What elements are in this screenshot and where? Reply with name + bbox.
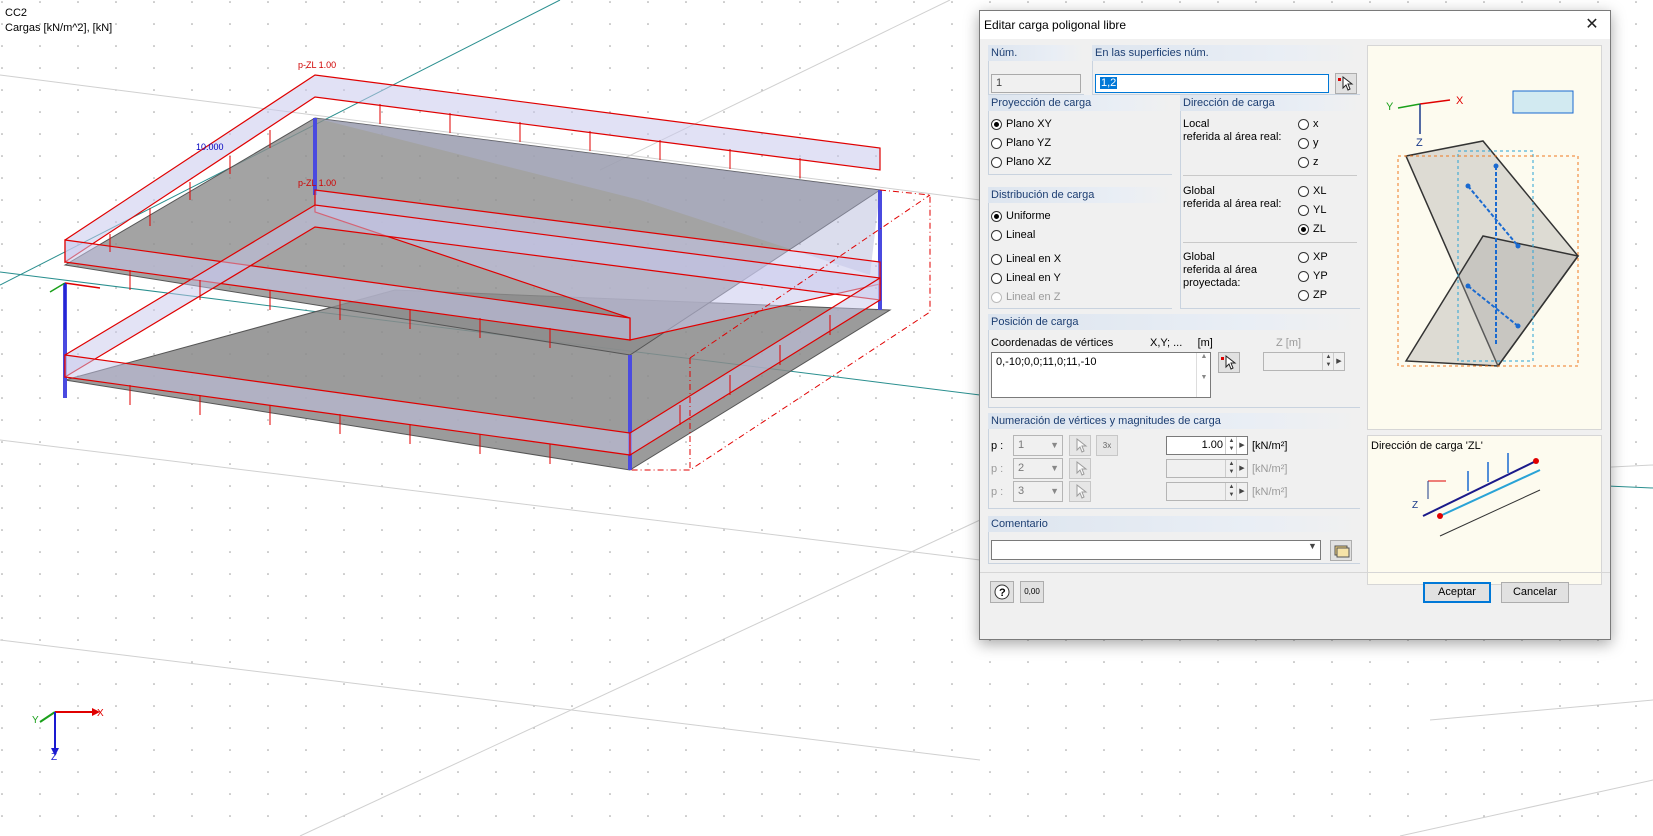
pick-surfaces-button[interactable] xyxy=(1335,73,1357,94)
coords-scrollbar[interactable]: ▲ ▼ xyxy=(1196,353,1211,397)
pick-vertex-button-3 xyxy=(1069,481,1091,502)
dialog-title: Editar carga poligonal libre xyxy=(984,18,1127,32)
coords-textarea[interactable]: 0,-10;0,0;11,0;11,-10 xyxy=(991,352,1211,398)
pick-cursor-icon xyxy=(1076,437,1088,453)
position-title: Posición de carga xyxy=(988,314,1360,330)
vertex-select-2: 2 ▼ xyxy=(1013,458,1063,479)
axis-z-label: Z xyxy=(51,752,58,763)
global-proj-label: Global referida al área proyectada: xyxy=(1183,251,1257,289)
p-value-3: ▲ ▼ ▶ xyxy=(1166,482,1248,501)
p-label-2: p : xyxy=(991,463,1004,475)
distribution-group: Distribución de carga Uniforme Lineal Li… xyxy=(988,187,1172,309)
projection-group: Proyección de carga Plano XY Plano YZ Pl… xyxy=(988,95,1172,175)
p-value-2: ▲ ▼ ▶ xyxy=(1166,459,1248,478)
magnitudes-title: Numeración de vértices y magnitudes de c… xyxy=(988,413,1360,429)
comment-library-button[interactable] xyxy=(1330,540,1352,561)
surfaces-group: En las superficies núm. 1,2 xyxy=(1092,45,1360,95)
num-label: Núm. xyxy=(988,45,1084,61)
p-label-3: p : xyxy=(991,486,1004,498)
chevron-down-icon[interactable]: ▼ xyxy=(1308,541,1317,551)
pick-vertices-button[interactable] xyxy=(1218,352,1240,373)
p-unit-3: [kN/m²] xyxy=(1252,486,1288,498)
load-value-label-top: p-ZL 1.00 xyxy=(298,60,337,70)
set-3x-button: 3x xyxy=(1096,435,1118,456)
p-value-1[interactable]: 1.00 ▲ ▼ ▶ xyxy=(1166,436,1248,455)
load-value-label-mid: p-ZL 1.00 xyxy=(298,178,337,188)
load-preview-image: X Y Z xyxy=(1367,45,1602,430)
svg-text:?: ? xyxy=(999,587,1006,599)
direction-group: Dirección de carga Local referida al áre… xyxy=(1180,95,1360,309)
surfaces-label: En las superficies núm. xyxy=(1092,45,1360,61)
axis-x-label: X xyxy=(97,708,104,719)
magnitudes-group: Numeración de vértices y magnitudes de c… xyxy=(988,413,1360,509)
pick-cursor-icon xyxy=(1338,75,1354,91)
axis-y-label: Y xyxy=(32,715,39,726)
num-field: 1 xyxy=(991,74,1081,93)
coords-label: Coordenadas de vértices xyxy=(991,337,1114,349)
load-case-label: CC2 xyxy=(5,7,28,19)
p-label-1: p : xyxy=(991,440,1004,452)
direction-title: Dirección de carga xyxy=(1180,95,1360,111)
global-real-label: Global referida al área real: xyxy=(1183,185,1282,210)
viewport-info: CC2 Cargas [kN/m^2], [kN] xyxy=(5,6,112,36)
dialog-titlebar[interactable]: Editar carga poligonal libre ✕ xyxy=(980,11,1610,39)
dimension-label: 10.000 xyxy=(196,142,224,152)
svg-text:Z: Z xyxy=(1412,500,1418,511)
separator xyxy=(1183,175,1357,176)
vertex-select-1: 1 ▼ xyxy=(1013,435,1063,456)
z-label: Z [m] xyxy=(1276,337,1302,349)
accept-button[interactable]: Aceptar xyxy=(1423,582,1491,603)
edit-free-polygon-load-dialog: Editar carga poligonal libre ✕ Núm. 1 En… xyxy=(979,10,1611,640)
close-icon[interactable]: ✕ xyxy=(1574,11,1610,39)
calculator-button[interactable]: 0,00 xyxy=(1020,581,1044,603)
coords-units: X,Y; ... [m] xyxy=(1150,337,1213,349)
pick-cursor-icon xyxy=(1076,483,1088,499)
pick-vertex-button-2 xyxy=(1069,458,1091,479)
projection-title: Proyección de carga xyxy=(988,95,1172,111)
cancel-button[interactable]: Cancelar xyxy=(1501,582,1569,603)
svg-text:Y: Y xyxy=(1386,101,1394,113)
svg-text:X: X xyxy=(1456,95,1464,107)
svg-text:Z: Z xyxy=(1416,137,1423,149)
comment-input[interactable] xyxy=(991,540,1321,560)
p-unit-2: [kN/m²] xyxy=(1252,463,1288,475)
local-label: Local referida al área real: xyxy=(1183,118,1282,143)
position-group: Posición de carga Coordenadas de vértice… xyxy=(988,314,1360,408)
num-group: Núm. 1 xyxy=(988,45,1084,95)
help-button[interactable]: ? xyxy=(990,581,1014,603)
load-units-label: Cargas [kN/m^2], [kN] xyxy=(5,22,113,34)
distribution-title: Distribución de carga xyxy=(988,187,1172,203)
separator xyxy=(1183,242,1357,243)
footer-divider xyxy=(980,572,1610,573)
pick-cursor-icon xyxy=(1221,354,1237,370)
surfaces-input[interactable]: 1,2 xyxy=(1095,74,1329,93)
library-icon xyxy=(1334,545,1350,558)
vertex-select-3: 3 ▼ xyxy=(1013,481,1063,502)
calculator-icon: 0,00 xyxy=(1024,587,1040,596)
pick-vertex-button-1 xyxy=(1069,435,1091,456)
pick-cursor-icon xyxy=(1076,460,1088,476)
direction-preview-panel: Dirección de carga 'ZL' Z xyxy=(1367,435,1602,585)
help-icon: ? xyxy=(994,584,1010,600)
comment-title: Comentario xyxy=(988,516,1360,532)
comment-group: Comentario ▼ xyxy=(988,516,1360,564)
z-spinner: ▲ ▼ ▶ xyxy=(1263,352,1345,371)
p-unit-1: [kN/m²] xyxy=(1252,440,1288,452)
